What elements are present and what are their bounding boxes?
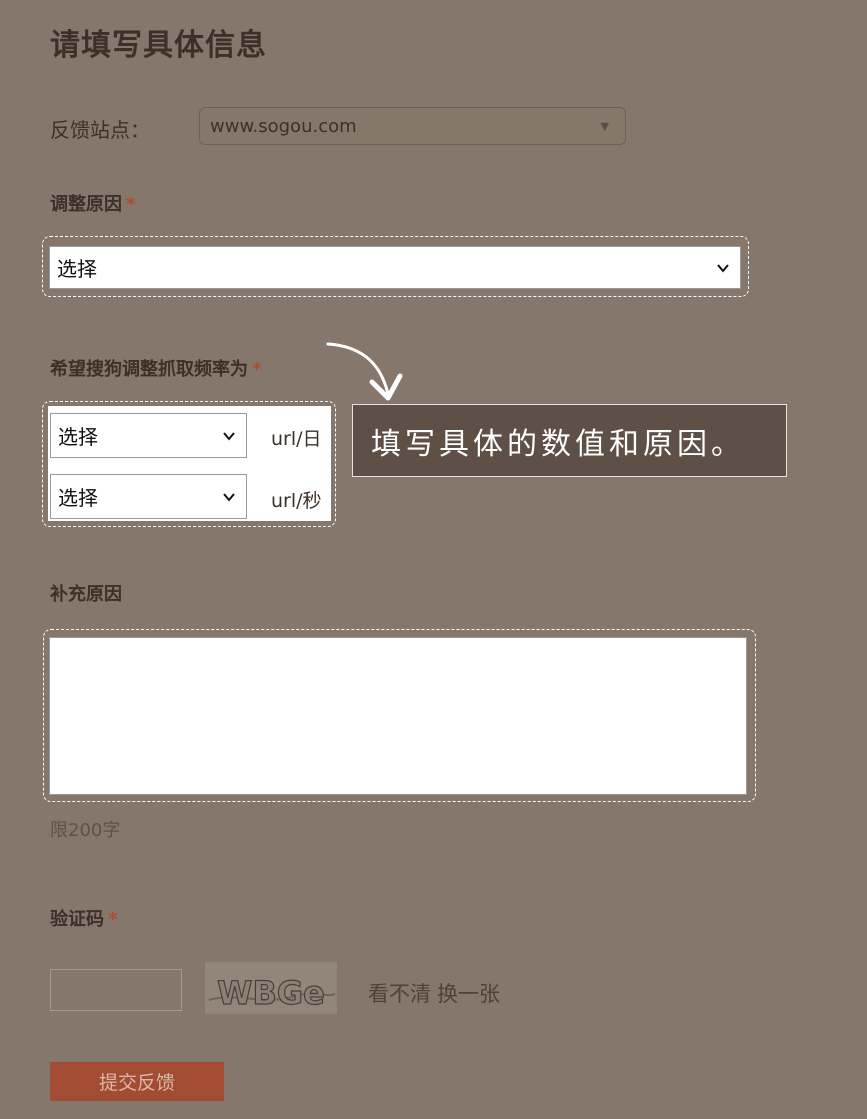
required-mark: * (252, 359, 262, 380)
required-mark: * (126, 194, 136, 215)
site-label: 反馈站点： (50, 118, 150, 142)
tip-text: 填写具体的数值和原因。 (371, 426, 745, 462)
captcha-text: WBGe (217, 974, 325, 1012)
captcha-label: 验证码 * (50, 905, 117, 931)
freq-per-second-value: 选择 (58, 486, 98, 510)
extra-reason-textarea[interactable] (49, 637, 747, 795)
captcha-input[interactable] (50, 969, 182, 1011)
captcha-glyphs: WBGe (205, 962, 337, 1014)
freq-per-second-select[interactable]: 选择 (50, 474, 247, 519)
curved-arrow-icon (326, 342, 403, 401)
captcha-image[interactable]: WBGe (205, 962, 337, 1014)
submit-button[interactable]: 提交反馈 (50, 1062, 224, 1101)
unclear-link[interactable]: 看不清 (368, 982, 431, 1006)
chevron-down-icon (223, 492, 235, 502)
unit-per-day: url/日 (271, 428, 322, 450)
freq-per-day-select[interactable]: 选择 (50, 413, 247, 458)
extra-reason-label: 补充原因 (50, 584, 122, 605)
refresh-captcha-link[interactable]: 换一张 (437, 982, 500, 1006)
captcha-links: 看不清 换一张 (368, 978, 506, 1008)
tip-callout: 填写具体的数值和原因。 (352, 404, 787, 477)
reason-select-value: 选择 (57, 257, 97, 281)
required-mark: * (108, 909, 118, 930)
reason-label: 调整原因 * (50, 190, 135, 216)
freq-label: 希望搜狗调整抓取频率为 * (50, 355, 261, 381)
reason-label-text: 调整原因 (50, 194, 122, 215)
freq-label-text: 希望搜狗调整抓取频率为 (50, 359, 248, 380)
unit-per-second: url/秒 (271, 490, 322, 512)
page-title: 请填写具体信息 (50, 28, 267, 63)
captcha-label-text: 验证码 (50, 909, 104, 930)
char-limit-hint: 限200字 (50, 820, 121, 841)
reason-select[interactable]: 选择 (49, 246, 741, 289)
chevron-down-icon (717, 263, 729, 273)
caret-down-icon: ▼ (600, 120, 609, 133)
site-select[interactable]: www.sogou.com ▼ (199, 107, 626, 145)
freq-per-day-value: 选择 (58, 425, 98, 449)
site-select-value: www.sogou.com (210, 115, 357, 137)
chevron-down-icon (223, 431, 235, 441)
